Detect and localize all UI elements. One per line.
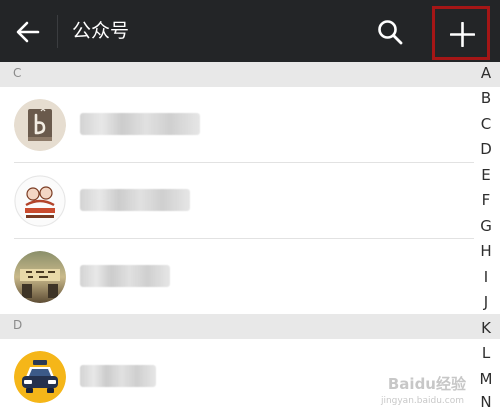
arrow-left-icon: [16, 21, 40, 43]
index-letter-k[interactable]: K: [472, 318, 500, 338]
index-letter-j[interactable]: J: [472, 292, 500, 312]
account-name: [80, 189, 190, 211]
list-item[interactable]: [0, 87, 500, 163]
index-letter-m[interactable]: M: [472, 369, 500, 389]
index-letter-c[interactable]: C: [472, 114, 500, 134]
index-letter-i[interactable]: I: [472, 267, 500, 287]
watermark-text: Baidu经验: [387, 375, 466, 393]
storefront-photo-avatar: [14, 251, 66, 303]
index-letter-n[interactable]: N: [472, 392, 500, 410]
account-name: [80, 265, 170, 287]
section-letter: D: [13, 318, 23, 332]
index-letter-b[interactable]: B: [472, 88, 500, 108]
top-bar: 公众号: [0, 0, 500, 62]
page-title: 公众号: [72, 20, 130, 42]
alphabet-index: A B C D E F G H I J K L M N: [472, 62, 500, 410]
index-letter-g[interactable]: G: [472, 216, 500, 236]
index-letter-d[interactable]: D: [472, 139, 500, 159]
section-header-c: C: [0, 62, 500, 87]
plus-icon: [450, 22, 475, 47]
index-letter-e[interactable]: E: [472, 165, 500, 185]
account-name: [80, 113, 200, 135]
cartoon-logo-avatar: [14, 175, 66, 227]
index-letter-a[interactable]: A: [472, 63, 500, 83]
back-button[interactable]: [14, 18, 42, 46]
section-letter: C: [13, 66, 22, 80]
add-button[interactable]: [432, 6, 490, 60]
title-divider: [57, 15, 58, 48]
account-name: [80, 365, 156, 387]
search-button[interactable]: [376, 18, 404, 46]
index-letter-f[interactable]: F: [472, 190, 500, 210]
list-item[interactable]: [0, 239, 500, 315]
taxi-icon-avatar: [14, 351, 66, 403]
index-letter-l[interactable]: L: [472, 343, 500, 363]
search-icon: [378, 20, 403, 45]
cafe-logo-avatar: [14, 99, 66, 151]
list-item[interactable]: [0, 163, 500, 239]
watermark-subtext: jingyan.baidu.com: [380, 396, 464, 406]
index-letter-h[interactable]: H: [472, 241, 500, 261]
baidu-watermark: Baidu经验 jingyan.baidu.com: [368, 368, 472, 408]
official-accounts-screen: 公众号 C D A B C D E F G H I J K L M N Baid…: [0, 0, 500, 410]
section-header-d: D: [0, 314, 500, 339]
